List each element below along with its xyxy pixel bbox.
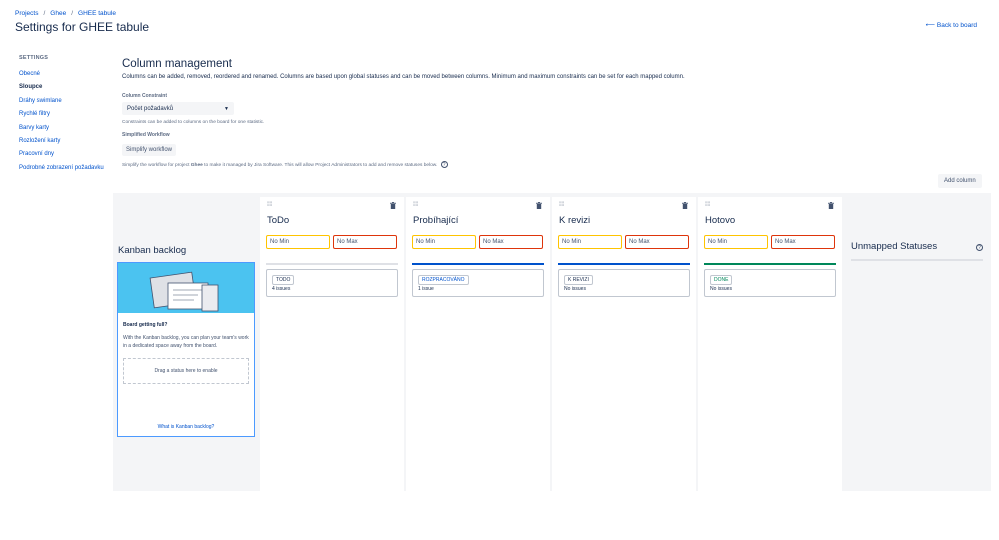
sidebar-item-general[interactable]: Obecné (19, 68, 114, 81)
back-to-board-label: Back to board (936, 21, 977, 29)
column-constraint-select[interactable]: Počet požadavků ▼ (122, 102, 234, 115)
backlog-card-text: With the Kanban backlog, you can plan yo… (123, 335, 249, 349)
column-status-bar (412, 263, 544, 265)
sidebar-item-swimlanes[interactable]: Dráhy swimlane (19, 95, 114, 108)
backlog-card-title: Board getting full? (123, 322, 168, 328)
issue-count: 1 issue (418, 286, 434, 292)
unmapped-status-bar (851, 259, 983, 261)
drag-handle-icon[interactable]: ⁞⁞⁞⁞ (413, 202, 418, 208)
column-name[interactable]: Probíhající (413, 215, 458, 226)
breadcrumb-separator: / (71, 10, 74, 17)
status-card[interactable]: TODO 4 issues (266, 269, 398, 297)
settings-sidebar: SETTINGS Obecné Sloupce Dráhy swimlane R… (19, 55, 114, 175)
kanban-backlog-card: Board getting full? With the Kanban back… (117, 262, 255, 437)
board-column[interactable]: ⁞⁞⁞⁞ Probíhající No Min No Max ROZPRACOV… (406, 197, 550, 491)
column-name[interactable]: K revizi (559, 215, 590, 226)
column-constraint-value: Počet požadavků (127, 105, 174, 112)
back-to-board-link[interactable]: ⟵ Back to board (925, 21, 977, 30)
column-status-bar (266, 263, 398, 265)
status-lozenge: ROZPRACOVÁNO (418, 275, 469, 285)
sidebar-item-working-days[interactable]: Pracovní dny (19, 148, 114, 161)
column-management-section: Column management Columns can be added, … (122, 58, 982, 168)
breadcrumb-projects[interactable]: Projects (15, 10, 38, 17)
caret-down-icon: ▼ (224, 105, 229, 112)
sidebar-item-card-colors[interactable]: Barvy karty (19, 122, 114, 135)
sidebar-item-issue-detail-view[interactable]: Podrobné zobrazení požadavku (19, 162, 114, 175)
status-lozenge: K REVIZI (564, 275, 593, 285)
sidebar-heading: SETTINGS (19, 55, 49, 61)
section-description: Columns can be added, removed, reordered… (122, 74, 685, 80)
unmapped-statuses-column: Unmapped Statuses ? (842, 193, 991, 491)
issue-count: No issues (564, 286, 586, 292)
backlog-illustration (118, 263, 254, 313)
column-max-input[interactable]: No Max (333, 235, 397, 249)
help-icon[interactable]: ? (440, 161, 448, 168)
unmapped-statuses-title: Unmapped Statuses (851, 241, 938, 252)
column-max-input[interactable]: No Max (625, 235, 689, 249)
workflow-hint-post: to make it managed by Jira Software. Thi… (202, 162, 438, 168)
breadcrumb-board[interactable]: GHEE tabule (78, 10, 116, 17)
page-title: Settings for GHEE tabule (15, 20, 150, 34)
arrow-left-icon: ⟵ (925, 22, 935, 29)
breadcrumb: Projects / Ghee / GHEE tabule (15, 10, 116, 17)
breadcrumb-separator: / (43, 10, 46, 17)
help-icon[interactable]: ? (976, 244, 983, 251)
column-min-input[interactable]: No Min (266, 235, 330, 249)
sidebar-item-quick-filters[interactable]: Rychlé filtry (19, 108, 114, 121)
workflow-hint-pre: Simplify the workflow for project (122, 162, 191, 168)
simplify-workflow-button[interactable]: Simplify workflow (122, 144, 177, 156)
breadcrumb-project[interactable]: Ghee (50, 10, 66, 17)
column-status-bar (704, 263, 836, 265)
trash-icon[interactable] (536, 202, 542, 209)
sidebar-item-columns[interactable]: Sloupce (19, 81, 114, 94)
trash-icon[interactable] (828, 202, 834, 209)
issue-count: No issues (710, 286, 732, 292)
columns-board: Kanban backlog Board getting full? With … (113, 193, 991, 491)
sidebar-item-card-layout[interactable]: Rozložení karty (19, 135, 114, 148)
simplified-workflow-label: Simplified Workflow (122, 132, 170, 138)
drag-handle-icon[interactable]: ⁞⁞⁞⁞ (705, 202, 710, 208)
drag-handle-icon[interactable]: ⁞⁞⁞⁞ (559, 202, 564, 208)
trash-icon[interactable] (682, 202, 688, 209)
kanban-backlog-column: Kanban backlog Board getting full? With … (113, 193, 257, 491)
column-name[interactable]: Hotovo (705, 215, 735, 226)
column-constraint-hint: Constraints can be added to columns on t… (122, 120, 265, 125)
issue-count: 4 issues (272, 286, 291, 292)
status-card[interactable]: DONE No issues (704, 269, 836, 297)
column-constraint-label: Column Constraint (122, 93, 167, 99)
workflow-hint-project: Ghee (190, 162, 203, 168)
status-card[interactable]: ROZPRACOVÁNO 1 issue (412, 269, 544, 297)
board-column[interactable]: ⁞⁞⁞⁞ Hotovo No Min No Max DONE No issues (698, 197, 842, 491)
section-title: Column management (122, 58, 232, 70)
kanban-backlog-title: Kanban backlog (118, 245, 187, 256)
column-min-input[interactable]: No Min (704, 235, 768, 249)
add-column-button[interactable]: Add column (938, 174, 982, 188)
column-max-input[interactable]: No Max (479, 235, 543, 249)
drag-handle-icon[interactable]: ⁞⁞⁞⁞ (267, 202, 272, 208)
board-column[interactable]: ⁞⁞⁞⁞ ToDo No Min No Max TODO 4 issues (260, 197, 404, 491)
simplified-workflow-hint: Simplify the workflow for project Ghee t… (122, 161, 982, 168)
column-status-bar (558, 263, 690, 265)
column-min-input[interactable]: No Min (412, 235, 476, 249)
status-lozenge: TODO (272, 275, 295, 285)
status-card[interactable]: K REVIZI No issues (558, 269, 690, 297)
kanban-backlog-link[interactable]: What is Kanban backlog? (118, 424, 254, 430)
trash-icon[interactable] (390, 202, 396, 209)
board-column[interactable]: ⁞⁞⁞⁞ K revizi No Min No Max K REVIZI No … (552, 197, 696, 491)
column-name[interactable]: ToDo (267, 215, 289, 226)
column-min-input[interactable]: No Min (558, 235, 622, 249)
column-max-input[interactable]: No Max (771, 235, 835, 249)
status-lozenge: DONE (710, 275, 733, 285)
backlog-dropzone[interactable]: Drag a status here to enable (123, 358, 249, 384)
